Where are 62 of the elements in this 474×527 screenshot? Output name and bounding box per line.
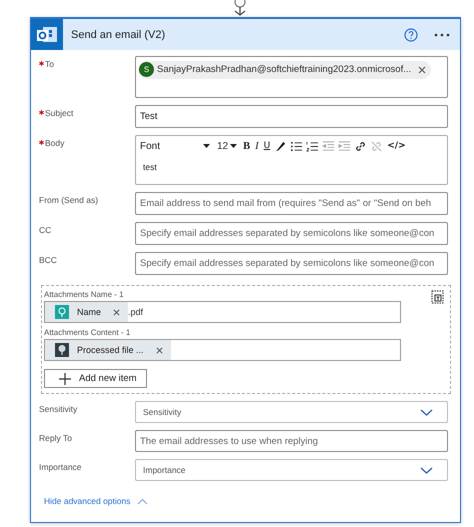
add-item-button[interactable]: Add new item	[44, 369, 147, 388]
field-value: .pdf	[128, 307, 144, 317]
input-field[interactable]: Processed file ...	[44, 339, 401, 361]
outdent-icon	[322, 140, 336, 152]
field-label: From (Send as)	[39, 195, 98, 205]
recipient-token[interactable]: S SanjayPrakashPradhan@softchieftraining2023.onmicrosof...	[138, 60, 432, 78]
underline-button[interactable]: U	[262, 141, 272, 151]
link-icon	[354, 140, 368, 152]
input-field[interactable]: Specify email addresses separated by semicolons like someone@con	[135, 252, 448, 275]
unlink-icon	[370, 140, 384, 152]
input-field[interactable]: Email address to send mail from (requires "Send as" or "Send on beh	[135, 192, 448, 215]
dynamic-content-token[interactable]: Processed file ...	[45, 340, 171, 360]
bold-button[interactable]: B	[242, 140, 252, 152]
field-label: Body	[45, 138, 64, 148]
remove-icon	[156, 346, 163, 354]
field-label: To	[45, 59, 54, 69]
trigger-icon	[55, 305, 69, 319]
recipient-email: SanjayPrakashPradhan@softchieftraining2023.onmicrosof...	[157, 64, 412, 75]
field-label: Sensitivity	[39, 404, 78, 414]
pen-icon	[274, 140, 288, 152]
tree-icon	[55, 343, 69, 357]
advanced-options-link[interactable]: Hide advanced options	[44, 496, 148, 506]
dropdown[interactable]: Sensitivity	[135, 401, 448, 423]
caret-icon	[203, 144, 210, 148]
more-icon[interactable]	[434, 32, 450, 36]
dropdown-placeholder: Sensitivity	[143, 407, 182, 417]
code-view-button[interactable]: </>	[386, 141, 407, 151]
array-toggle-icon	[431, 290, 444, 304]
input-field[interactable]: Specify email addresses separated by semicolons like someone@con	[135, 222, 448, 245]
dropdown-placeholder: Importance	[143, 465, 186, 475]
size-dropdown[interactable]: 12	[217, 140, 238, 152]
dynamic-content-token[interactable]: Name	[45, 302, 128, 322]
field-label: Importance	[39, 462, 82, 472]
chevron-down-icon	[420, 408, 433, 416]
font-dropdown[interactable]: Font	[140, 140, 214, 152]
caret-icon	[230, 144, 238, 148]
dropdown[interactable]: Importance	[135, 459, 448, 481]
plus-icon	[59, 372, 71, 384]
numbered-list-icon	[306, 140, 320, 152]
close-icon	[418, 66, 426, 74]
input-field[interactable]: Test	[135, 105, 448, 128]
field-label: BCC	[39, 255, 57, 265]
avatar-initial: S	[139, 62, 154, 77]
input-field[interactable]: The email addresses to use when replying	[135, 430, 448, 452]
field-label: Subject	[45, 108, 74, 118]
indent-icon	[338, 140, 352, 152]
attachment-label: Attachments Content - 1	[44, 328, 132, 337]
rich-text-editor[interactable]: Font 12 B I U </> test	[135, 135, 448, 185]
field-label: CC	[39, 225, 52, 235]
attachment-label: Attachments Name - 1	[44, 290, 125, 299]
action-title: Send an email (V2)	[71, 28, 166, 40]
token-label: Processed file ...	[77, 345, 144, 355]
field-label: Reply To	[39, 433, 72, 443]
body-text: test	[142, 161, 158, 172]
chevron-down-icon	[420, 466, 433, 474]
bulleted-list-icon	[290, 140, 304, 152]
italic-button[interactable]: I	[254, 140, 260, 152]
token-label: Name	[77, 307, 102, 317]
remove-icon	[113, 308, 120, 316]
recipients-field[interactable]: S SanjayPrakashPradhan@softchieftraining2023.onmicrosof...	[135, 56, 448, 98]
input-field[interactable]: Name .pdf	[44, 301, 401, 323]
help-icon[interactable]	[404, 28, 418, 42]
